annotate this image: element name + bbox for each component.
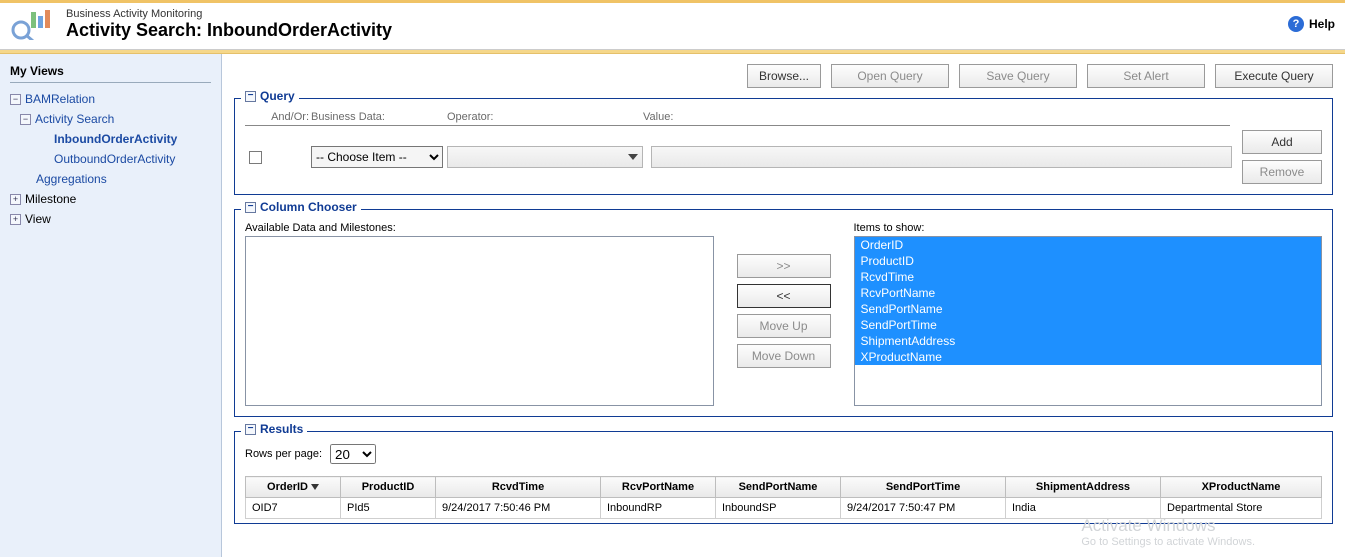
- list-item[interactable]: OrderID: [855, 237, 1322, 253]
- tree-inbound-order-activity[interactable]: InboundOrderActivity: [54, 129, 177, 149]
- help-icon: ?: [1288, 16, 1304, 32]
- move-up-button[interactable]: Move Up: [737, 314, 831, 338]
- help-label: Help: [1309, 17, 1335, 31]
- column-header[interactable]: ProductID: [341, 477, 436, 498]
- sidebar: My Views −BAMRelation −Activity Search I…: [0, 54, 222, 557]
- tree-view[interactable]: View: [25, 209, 51, 229]
- remove-button[interactable]: Remove: [1242, 160, 1322, 184]
- list-item[interactable]: XProductName: [855, 349, 1322, 365]
- column-header[interactable]: ShipmentAddress: [1006, 477, 1161, 498]
- table-cell: PId5: [341, 498, 436, 519]
- results-section: −Results Rows per page: 20 OrderIDProduc…: [234, 431, 1333, 524]
- column-header[interactable]: OrderID: [246, 477, 341, 498]
- tree-bamrelation[interactable]: BAMRelation: [25, 89, 95, 109]
- list-item[interactable]: ShipmentAddress: [855, 333, 1322, 349]
- execute-query-button[interactable]: Execute Query: [1215, 64, 1333, 88]
- tree-aggregations[interactable]: Aggregations: [36, 169, 107, 189]
- column-header[interactable]: RcvPortName: [601, 477, 716, 498]
- chevron-down-icon: [628, 154, 638, 160]
- open-query-button[interactable]: Open Query: [831, 64, 949, 88]
- table-cell: Departmental Store: [1161, 498, 1322, 519]
- chooser-legend: Column Chooser: [260, 200, 357, 214]
- list-item[interactable]: ProductID: [855, 253, 1322, 269]
- tree-activity-search[interactable]: Activity Search: [35, 109, 114, 129]
- operator-select[interactable]: [447, 146, 643, 168]
- toolbar: Browse... Open Query Save Query Set Aler…: [234, 64, 1333, 88]
- items-to-show-label: Items to show:: [854, 222, 1323, 234]
- results-table: OrderIDProductIDRcvdTimeRcvPortNameSendP…: [245, 476, 1322, 519]
- expander-icon[interactable]: −: [20, 114, 31, 125]
- table-row[interactable]: OID7PId59/24/2017 7:50:46 PMInboundRPInb…: [246, 498, 1322, 519]
- table-cell: India: [1006, 498, 1161, 519]
- column-header[interactable]: RcvdTime: [436, 477, 601, 498]
- sidebar-heading: My Views: [10, 64, 211, 78]
- collapse-icon[interactable]: −: [245, 424, 256, 435]
- table-cell: InboundRP: [601, 498, 716, 519]
- add-button[interactable]: Add: [1242, 130, 1322, 154]
- page-title: Activity Search: InboundOrderActivity: [66, 20, 392, 41]
- available-listbox[interactable]: [245, 236, 714, 406]
- expander-icon[interactable]: +: [10, 214, 21, 225]
- items-to-show-listbox[interactable]: OrderIDProductIDRcvdTimeRcvPortNameSendP…: [854, 236, 1323, 406]
- move-right-button[interactable]: >>: [737, 254, 831, 278]
- collapse-icon[interactable]: −: [245, 91, 256, 102]
- table-cell: InboundSP: [716, 498, 841, 519]
- header-subtitle: Business Activity Monitoring: [66, 8, 392, 20]
- results-legend: Results: [260, 422, 303, 436]
- business-data-select[interactable]: -- Choose Item --: [311, 146, 443, 168]
- save-query-button[interactable]: Save Query: [959, 64, 1077, 88]
- tree-milestone[interactable]: Milestone: [25, 189, 76, 209]
- table-cell: 9/24/2017 7:50:47 PM: [841, 498, 1006, 519]
- help-link[interactable]: ? Help: [1288, 16, 1335, 32]
- move-left-button[interactable]: <<: [737, 284, 831, 308]
- collapse-icon[interactable]: −: [245, 202, 256, 213]
- column-header[interactable]: XProductName: [1161, 477, 1322, 498]
- list-item[interactable]: RcvPortName: [855, 285, 1322, 301]
- rows-per-page-label: Rows per page:: [245, 448, 322, 460]
- app-logo-icon: [10, 7, 52, 41]
- expander-icon[interactable]: +: [10, 194, 21, 205]
- value-input[interactable]: [651, 146, 1232, 168]
- set-alert-button[interactable]: Set Alert: [1087, 64, 1205, 88]
- tree-outbound-order-activity[interactable]: OutboundOrderActivity: [54, 149, 175, 169]
- expander-icon[interactable]: −: [10, 94, 21, 105]
- list-item[interactable]: SendPortName: [855, 301, 1322, 317]
- table-cell: 9/24/2017 7:50:46 PM: [436, 498, 601, 519]
- list-item[interactable]: RcvdTime: [855, 269, 1322, 285]
- list-item[interactable]: SendPortTime: [855, 317, 1322, 333]
- column-header[interactable]: SendPortTime: [841, 477, 1006, 498]
- rows-per-page-select[interactable]: 20: [330, 444, 376, 464]
- query-label-biz: Business Data:: [311, 111, 447, 123]
- query-label-andor: And/Or:: [245, 111, 311, 123]
- browse-button[interactable]: Browse...: [747, 64, 821, 88]
- query-legend: Query: [260, 89, 295, 103]
- move-down-button[interactable]: Move Down: [737, 344, 831, 368]
- sort-desc-icon: [311, 484, 319, 490]
- query-row-checkbox[interactable]: [249, 151, 262, 164]
- query-label-val: Value:: [643, 111, 1230, 123]
- available-label: Available Data and Milestones:: [245, 222, 714, 234]
- query-section: −Query And/Or: Business Data: Operator: …: [234, 98, 1333, 195]
- table-cell: OID7: [246, 498, 341, 519]
- column-header[interactable]: SendPortName: [716, 477, 841, 498]
- column-chooser-section: −Column Chooser Available Data and Miles…: [234, 209, 1333, 417]
- query-label-op: Operator:: [447, 111, 643, 123]
